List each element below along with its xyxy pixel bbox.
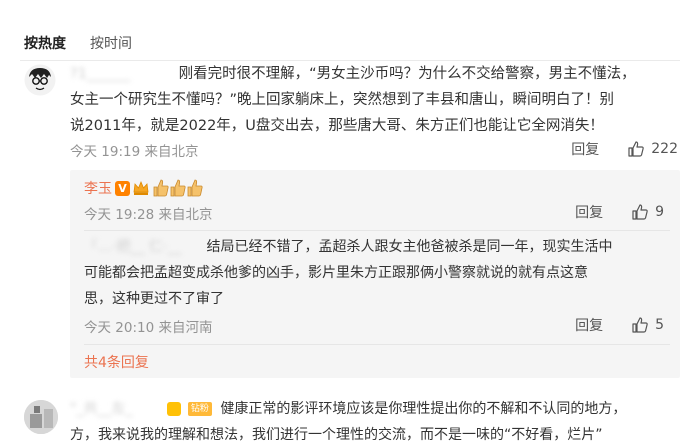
reply-actions: 回复 5 [575, 315, 664, 335]
avatar[interactable] [24, 64, 56, 96]
reply-author[interactable]: 「…·把__ 仁·__ [84, 234, 196, 260]
thumbs-up-icon [632, 317, 648, 333]
comment-body: ?1______ 刚看完时很不理解，“男女主沙币吗？为什么不交给警察，男主不懂法… [70, 61, 690, 139]
reply-author[interactable]: 李玉 [84, 178, 112, 198]
reply-actions: 回复 9 [575, 202, 664, 222]
comment-actions: 回复 222 [571, 139, 678, 159]
vip-icon: V [115, 180, 130, 196]
crown-icon [133, 180, 149, 195]
like-button[interactable]: 5 [631, 316, 664, 334]
replies-container: 李玉 V 今天 19:28 来自北京 回复 9 「…·把__ 仁·__ 结局已经… [70, 170, 680, 378]
reply-body: 「…·把__ 仁·__ 结局已经不错了，孟超杀人跟女主他爸被杀是同一年，现实生活… [84, 234, 670, 312]
comment-time: 今天 19:19 来自北京 [70, 144, 199, 160]
avatar-cartoon-icon [24, 64, 56, 96]
sort-bar: 按热度 按时间 [24, 33, 156, 53]
comment-author[interactable]: ?1______ [70, 61, 168, 87]
divider [84, 230, 670, 231]
comment-body: "_共__左_ 钻粉 健康正常的影评环境应该是你理性提出你的不解和不认同的地方，… [70, 396, 690, 448]
reply-time: 今天 20:10 来自河南 [84, 320, 213, 336]
reply-button[interactable]: 回复 [575, 202, 603, 222]
like-count: 9 [655, 204, 664, 220]
reply-header: 李玉 V [84, 176, 203, 200]
thumbs-emoji-icon [153, 179, 169, 197]
thumbs-emoji-icon [170, 179, 186, 197]
fan-badge: 钻粉 [187, 402, 212, 416]
avatar-photo-icon [24, 400, 58, 434]
vip-icon [167, 402, 182, 416]
sort-by-hot[interactable]: 按热度 [24, 33, 66, 53]
reply-time: 今天 19:28 来自北京 [84, 207, 213, 223]
like-count: 5 [655, 317, 664, 333]
sort-by-time[interactable]: 按时间 [90, 33, 132, 53]
reply-button[interactable]: 回复 [571, 139, 599, 159]
divider [84, 344, 670, 345]
thumbs-up-icon [628, 141, 644, 157]
like-count: 222 [651, 141, 678, 157]
avatar[interactable] [24, 400, 58, 434]
like-button[interactable]: 9 [631, 203, 664, 221]
comment-author[interactable]: "_共__左_ [70, 396, 160, 422]
like-button[interactable]: 222 [627, 140, 678, 158]
thumbs-emoji-icon [187, 179, 203, 197]
reply-button[interactable]: 回复 [575, 315, 603, 335]
thumbs-up-icon [632, 204, 648, 220]
more-replies-link[interactable]: 共4条回复 [84, 352, 149, 372]
